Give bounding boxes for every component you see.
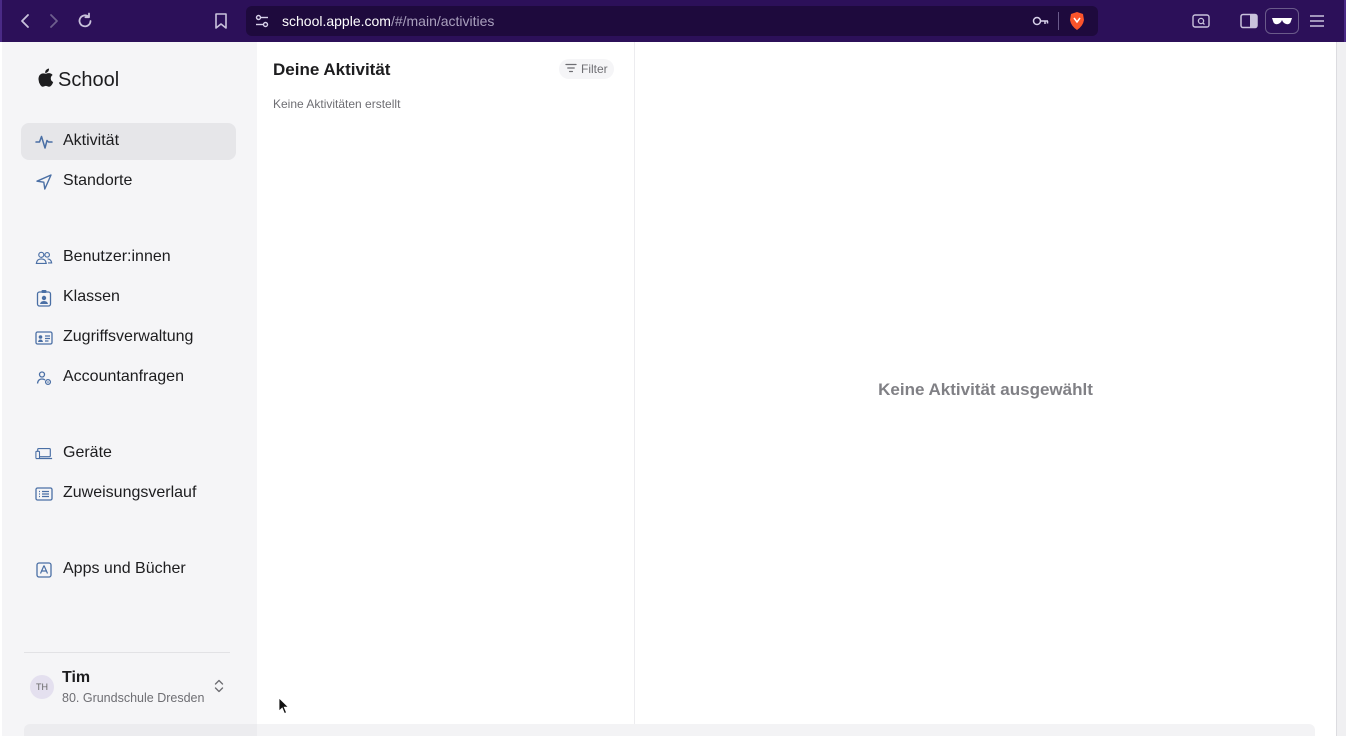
filter-button[interactable]: Filter xyxy=(559,59,614,79)
list-scroll-edge xyxy=(257,724,635,736)
app-brand[interactable]: School xyxy=(38,68,119,92)
panel-title: Deine Aktivität xyxy=(273,60,391,79)
url-host: school.apple.com xyxy=(282,13,391,29)
profile-switcher[interactable]: TH Tim 80. Grundschule Dresden xyxy=(28,664,234,712)
list-history-icon xyxy=(35,485,53,503)
profile-name: Tim xyxy=(62,669,91,686)
sidebar-item-zugriffsverwaltung[interactable]: Zugriffsverwaltung xyxy=(21,319,236,356)
location-arrow-icon xyxy=(35,173,53,191)
sidebar-item-geraete[interactable]: Geräte xyxy=(21,435,236,472)
chevron-up-down-icon[interactable] xyxy=(212,676,226,696)
sidebar: School Aktivität Standorte Benutzer:inne… xyxy=(2,42,257,736)
empty-list-message: Keine Aktivitäten erstellt xyxy=(273,97,401,111)
key-icon[interactable] xyxy=(1032,14,1050,28)
address-bar-divider xyxy=(1058,12,1059,30)
apple-logo-icon xyxy=(38,68,54,92)
address-bar[interactable]: school.apple.com/#/main/activities xyxy=(246,6,1098,36)
activity-detail-panel: Keine Aktivität ausgewählt xyxy=(635,42,1336,736)
profile-glasses-icon[interactable] xyxy=(1265,8,1299,34)
sidebar-item-standorte[interactable]: Standorte xyxy=(21,163,236,200)
activity-icon xyxy=(35,133,53,151)
app-store-icon xyxy=(35,561,53,579)
reload-icon[interactable] xyxy=(73,9,97,33)
brand-label: School xyxy=(58,68,120,91)
sidebar-item-aktivitaet[interactable]: Aktivität xyxy=(21,123,236,160)
sidebar-item-label: Benutzer:innen xyxy=(63,248,171,265)
window-edge xyxy=(1336,42,1346,736)
activity-list-panel: Deine Aktivität Filter Keine Aktivitäten… xyxy=(257,42,635,736)
forward-icon[interactable] xyxy=(42,9,66,33)
id-card-icon xyxy=(35,329,53,347)
mouse-cursor-icon xyxy=(278,697,290,715)
sidebar-toggle-icon[interactable] xyxy=(1237,9,1261,33)
sidebar-divider xyxy=(24,652,230,653)
brave-shield-icon[interactable] xyxy=(1068,11,1086,31)
devices-icon xyxy=(35,445,53,463)
bookmark-icon[interactable] xyxy=(209,9,233,33)
sidebar-item-label: Standorte xyxy=(63,172,133,189)
sidebar-item-benutzer-innen[interactable]: Benutzer:innen xyxy=(21,239,236,276)
avatar: TH xyxy=(30,675,54,699)
url-text[interactable]: school.apple.com/#/main/activities xyxy=(282,13,494,29)
browser-toolbar: school.apple.com/#/main/activities xyxy=(0,0,1346,42)
person-gear-icon xyxy=(35,369,53,387)
tab-search-icon[interactable] xyxy=(1189,9,1213,33)
sidebar-item-label: Zugriffsverwaltung xyxy=(63,328,194,345)
people-icon xyxy=(35,249,53,267)
url-path: /#/main/activities xyxy=(390,13,495,29)
class-badge-icon xyxy=(35,289,53,307)
sidebar-item-accountanfragen[interactable]: Accountanfragen xyxy=(21,359,236,396)
detail-scroll-edge xyxy=(635,724,1315,736)
sidebar-item-apps-und-buecher[interactable]: Apps und Bücher xyxy=(21,551,236,588)
filter-label: Filter xyxy=(581,62,608,76)
site-settings-icon[interactable] xyxy=(254,13,270,29)
sidebar-scroll-edge xyxy=(24,724,257,736)
sidebar-item-label: Accountanfragen xyxy=(63,368,184,385)
sidebar-item-klassen[interactable]: Klassen xyxy=(21,279,236,316)
empty-detail-message: Keine Aktivität ausgewählt xyxy=(878,380,1093,399)
sidebar-item-label: Zuweisungsverlauf xyxy=(63,484,197,501)
back-icon[interactable] xyxy=(13,9,37,33)
sidebar-item-label: Geräte xyxy=(63,444,112,461)
sidebar-item-label: Apps und Bücher xyxy=(63,560,186,577)
sidebar-item-label: Klassen xyxy=(63,288,120,305)
filter-icon xyxy=(565,60,577,78)
sidebar-item-label: Aktivität xyxy=(63,132,120,149)
sidebar-item-zuweisungsverlauf[interactable]: Zuweisungsverlauf xyxy=(21,475,236,512)
profile-organization: 80. Grundschule Dresden xyxy=(62,691,205,705)
menu-icon[interactable] xyxy=(1305,9,1329,33)
